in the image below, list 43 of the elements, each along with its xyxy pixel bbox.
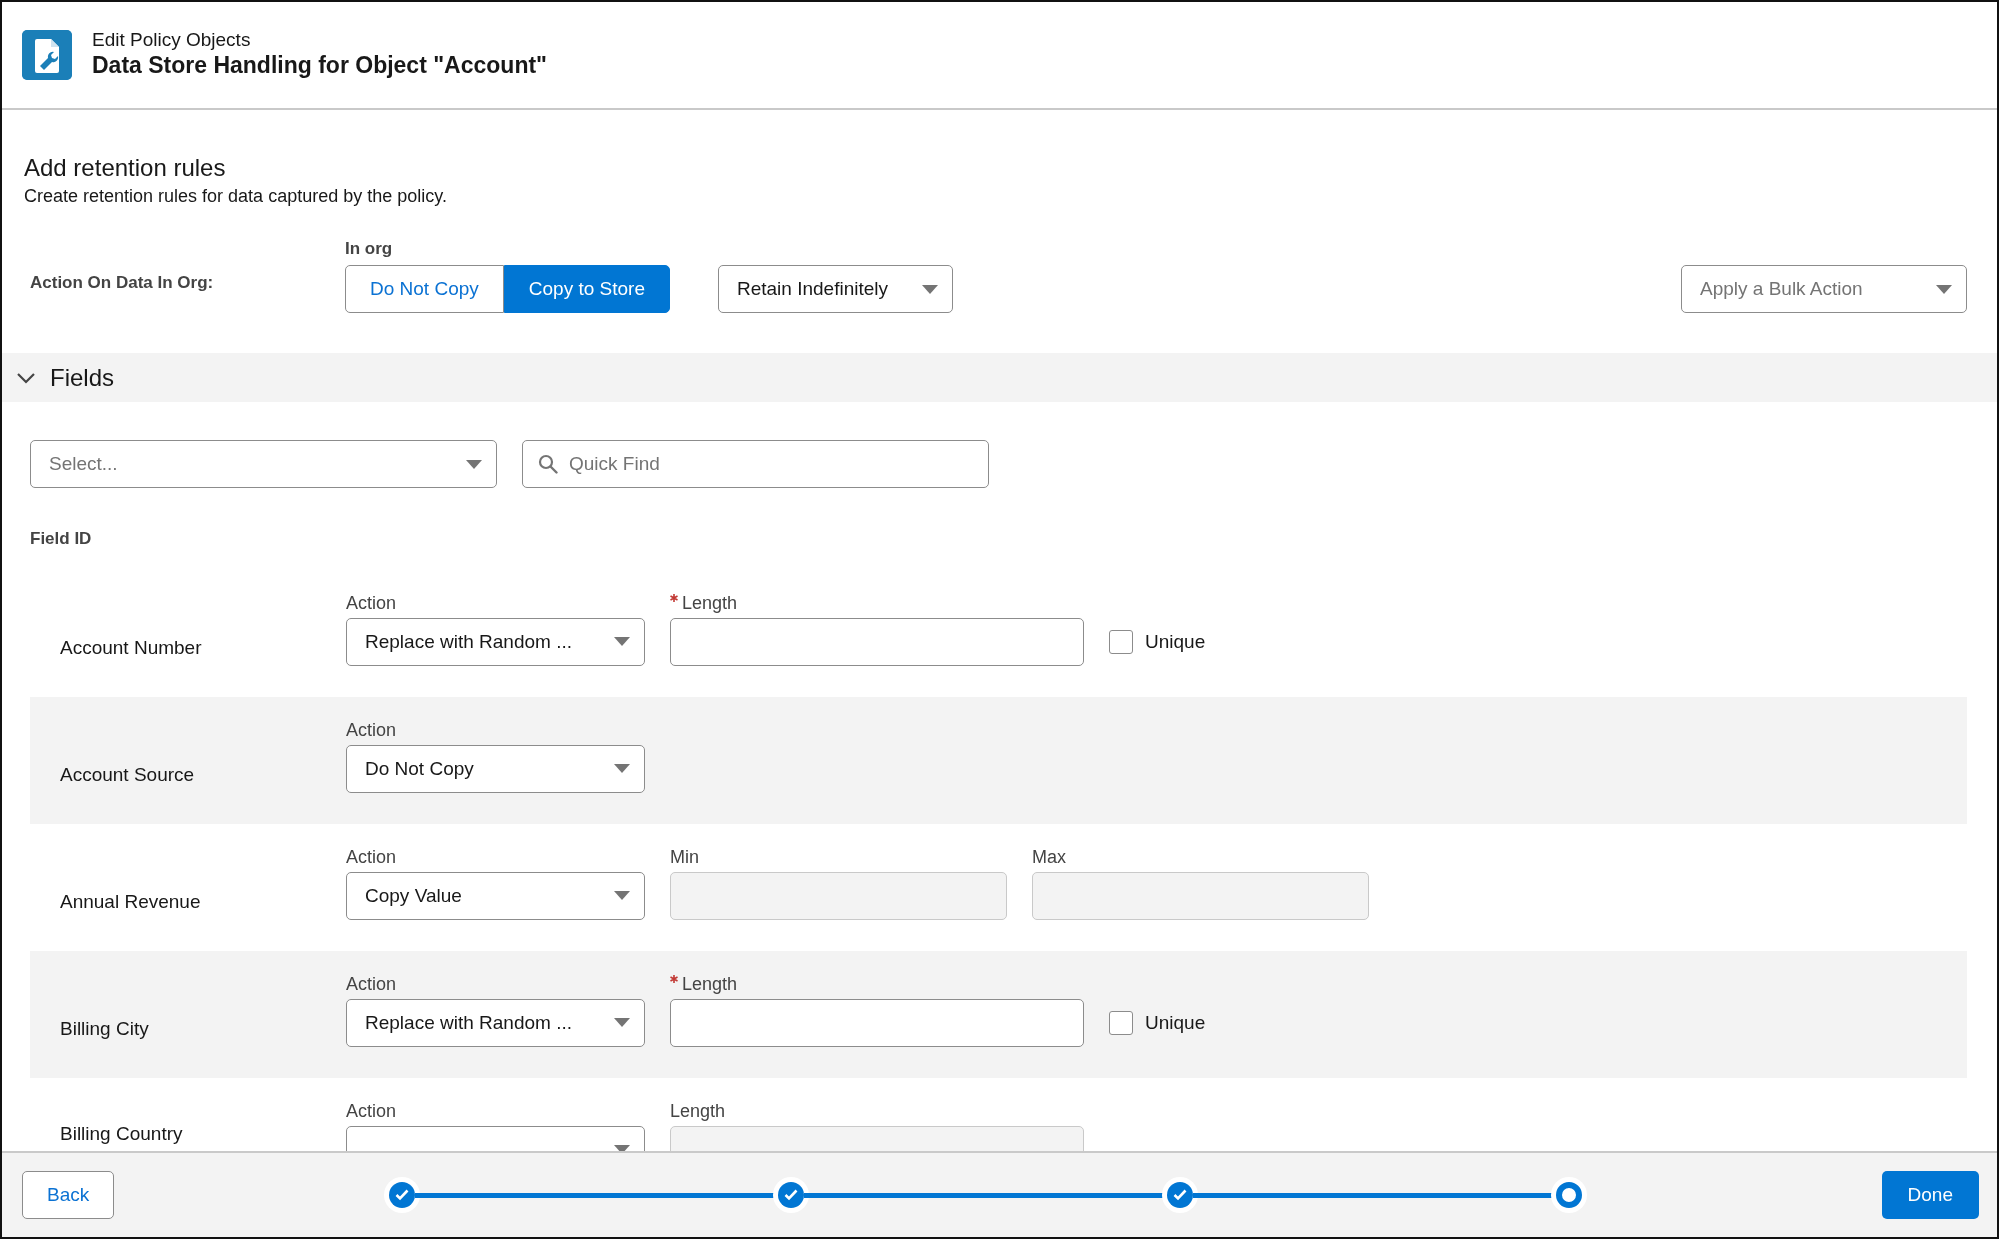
document-wrench-icon xyxy=(22,30,72,80)
section-header: Fields xyxy=(50,362,115,393)
checkbox-label: Unique xyxy=(1145,629,1206,654)
bulk-action-dropdown[interactable]: Apply a Bulk Action xyxy=(1681,265,1967,314)
action-dropdown[interactable]: Copy Value xyxy=(346,871,645,920)
checkbox[interactable] xyxy=(1109,1011,1133,1036)
back-button[interactable]: Back xyxy=(22,1171,115,1219)
chevron-icon[interactable] xyxy=(16,371,36,384)
field-label: Length xyxy=(670,1100,726,1121)
field-label: Action xyxy=(346,1099,398,1122)
select-dropdown[interactable]: Select... xyxy=(30,440,497,489)
field-name: Account Source xyxy=(59,762,196,787)
field-name: Annual Revenue xyxy=(59,889,202,914)
field-label: Max xyxy=(1032,846,1066,867)
field-name: Account Number xyxy=(59,635,203,660)
field-label: Action On Data In Org: xyxy=(30,271,215,294)
field-name: Billing Country xyxy=(59,1121,184,1146)
section-title: Add retention rules xyxy=(24,154,227,183)
page-subtitle: Edit Policy Objects xyxy=(92,28,252,52)
field-name: Billing City xyxy=(59,1016,150,1041)
action-dropdown[interactable]: Replace with Random ... xyxy=(346,617,645,666)
field-label: Min xyxy=(670,846,699,867)
column-header: Field ID xyxy=(30,528,93,551)
action-dropdown[interactable]: Do Not Copy xyxy=(346,744,645,793)
segmented-button[interactable]: Copy to Store xyxy=(503,265,670,314)
action-dropdown[interactable]: Replace with Random ... xyxy=(346,998,645,1047)
input-field[interactable] xyxy=(670,998,1084,1047)
field-label: Length xyxy=(682,973,738,994)
group-label: In org xyxy=(345,237,394,260)
done-button[interactable]: Done xyxy=(1881,1171,1979,1219)
field-label: Action xyxy=(346,591,398,614)
section-description: Create retention rules for data captured by the policy. xyxy=(24,184,448,208)
segmented-button[interactable]: Do Not Copy xyxy=(345,265,504,314)
retention-dropdown[interactable]: Retain Indefinitely xyxy=(717,265,953,314)
field-label: Action xyxy=(346,972,398,995)
checkbox[interactable] xyxy=(1109,630,1133,655)
input-field[interactable] xyxy=(670,617,1084,666)
field-label: Length xyxy=(682,592,738,613)
search-field[interactable]: Quick Find xyxy=(522,440,989,489)
field-label: Action xyxy=(346,718,398,741)
field-label: Action xyxy=(346,845,398,868)
page-title: Data Store Handling for Object "Account" xyxy=(92,51,547,81)
checkbox-label: Unique xyxy=(1145,1010,1206,1035)
